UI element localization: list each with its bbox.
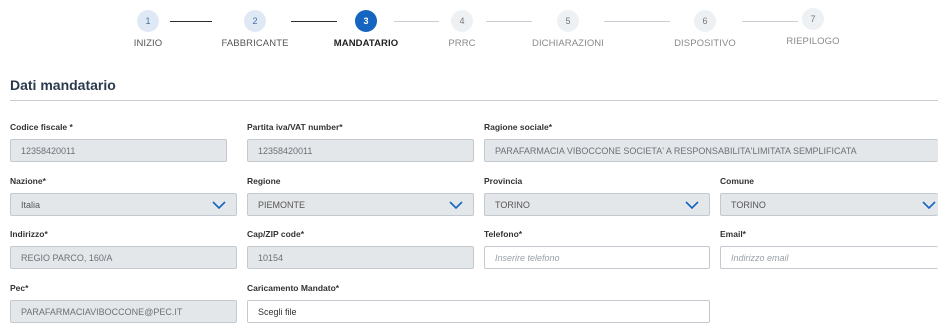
regione-label: Regione <box>247 176 281 186</box>
pec-value: PARAFARMACIAVIBOCCONE@PEC.IT <box>21 306 183 317</box>
step-label: FABBRICANTE <box>221 38 289 49</box>
step-label: DICHIARAZIONI <box>531 38 605 49</box>
provincia-label: Provincia <box>484 176 523 186</box>
step-number: 7 <box>802 8 824 30</box>
step-label: MANDATARIO <box>333 38 399 49</box>
ragione-sociale-field: PARAFARMACIA VIBOCCONE SOCIETA' A RESPON… <box>484 139 938 162</box>
step-inizio[interactable]: 1 INIZIO <box>103 10 193 49</box>
chevron-down-icon <box>212 201 226 210</box>
wizard-stepper: 1 INIZIO 2 FABBRICANTE 3 MANDATARIO 4 PR… <box>0 0 938 60</box>
step-prrc[interactable]: 4 PRRC <box>417 10 507 49</box>
step-number: 1 <box>137 10 159 32</box>
chevron-down-icon <box>922 201 936 210</box>
telefono-placeholder: Inserire telefono <box>495 252 560 263</box>
step-mandatario[interactable]: 3 MANDATARIO <box>321 10 411 49</box>
email-input[interactable]: Indirizzo email <box>720 246 938 269</box>
indirizzo-value: REGIO PARCO, 160/A <box>21 252 113 263</box>
step-number: 2 <box>244 10 266 32</box>
email-label: Email* <box>720 229 746 239</box>
codice-fiscale-value: 12358420011 <box>21 145 76 156</box>
caricamento-mandato-label: Caricamento Mandato* <box>247 283 340 293</box>
ragione-sociale-label: Ragione sociale* <box>484 122 553 132</box>
step-label: DISPOSITIVO <box>674 38 736 49</box>
provincia-value: TORINO <box>495 199 530 210</box>
choose-file-button[interactable]: Scegli file <box>258 307 297 317</box>
ragione-sociale-value: PARAFARMACIA VIBOCCONE SOCIETA' A RESPON… <box>495 145 857 156</box>
pec-label: Pec* <box>10 283 29 293</box>
partita-iva-value: 12358420011 <box>258 145 313 156</box>
step-fabbricante[interactable]: 2 FABBRICANTE <box>210 10 300 49</box>
step-number: 5 <box>557 10 579 32</box>
cap-field: 10154 <box>247 246 474 269</box>
indirizzo-field: REGIO PARCO, 160/A <box>10 246 237 269</box>
codice-fiscale-label: Codice fiscale * <box>10 122 73 132</box>
step-number: 6 <box>694 10 716 32</box>
regione-value: PIEMONTE <box>258 199 306 210</box>
regione-select[interactable]: PIEMONTE <box>247 193 474 216</box>
section-title: Dati mandatario <box>10 77 116 93</box>
chevron-down-icon <box>685 201 699 210</box>
telefono-label: Telefono* <box>484 229 523 239</box>
step-riepilogo[interactable]: 7 RIEPILOGO <box>768 8 858 47</box>
nazione-value: Italia <box>21 199 41 210</box>
step-label: INIZIO <box>133 38 163 49</box>
cap-label: Cap/ZIP code* <box>247 229 304 239</box>
step-dispositivo[interactable]: 6 DISPOSITIVO <box>660 10 750 49</box>
telefono-input[interactable]: Inserire telefono <box>484 246 710 269</box>
partita-iva-field: 12358420011 <box>247 139 474 162</box>
indirizzo-label: Indirizzo* <box>10 229 48 239</box>
step-number: 4 <box>451 10 473 32</box>
email-placeholder: Indirizzo email <box>731 252 789 263</box>
provincia-select[interactable]: TORINO <box>484 193 710 216</box>
comune-label: Comune <box>720 176 754 186</box>
step-label: RIEPILOGO <box>786 36 840 47</box>
comune-value: TORINO <box>731 199 766 210</box>
chevron-down-icon <box>449 201 463 210</box>
codice-fiscale-field: 12358420011 <box>10 139 227 162</box>
cap-value: 10154 <box>258 252 284 263</box>
partita-iva-label: Partita iva/VAT number* <box>247 122 343 132</box>
comune-select[interactable]: TORINO <box>720 193 938 216</box>
nazione-label: Nazione* <box>10 176 46 186</box>
step-label: PRRC <box>448 38 476 49</box>
step-number: 3 <box>355 10 377 32</box>
step-dichiarazioni[interactable]: 5 DICHIARAZIONI <box>523 10 613 49</box>
nazione-select[interactable]: Italia <box>10 193 237 216</box>
section-divider <box>10 100 938 101</box>
